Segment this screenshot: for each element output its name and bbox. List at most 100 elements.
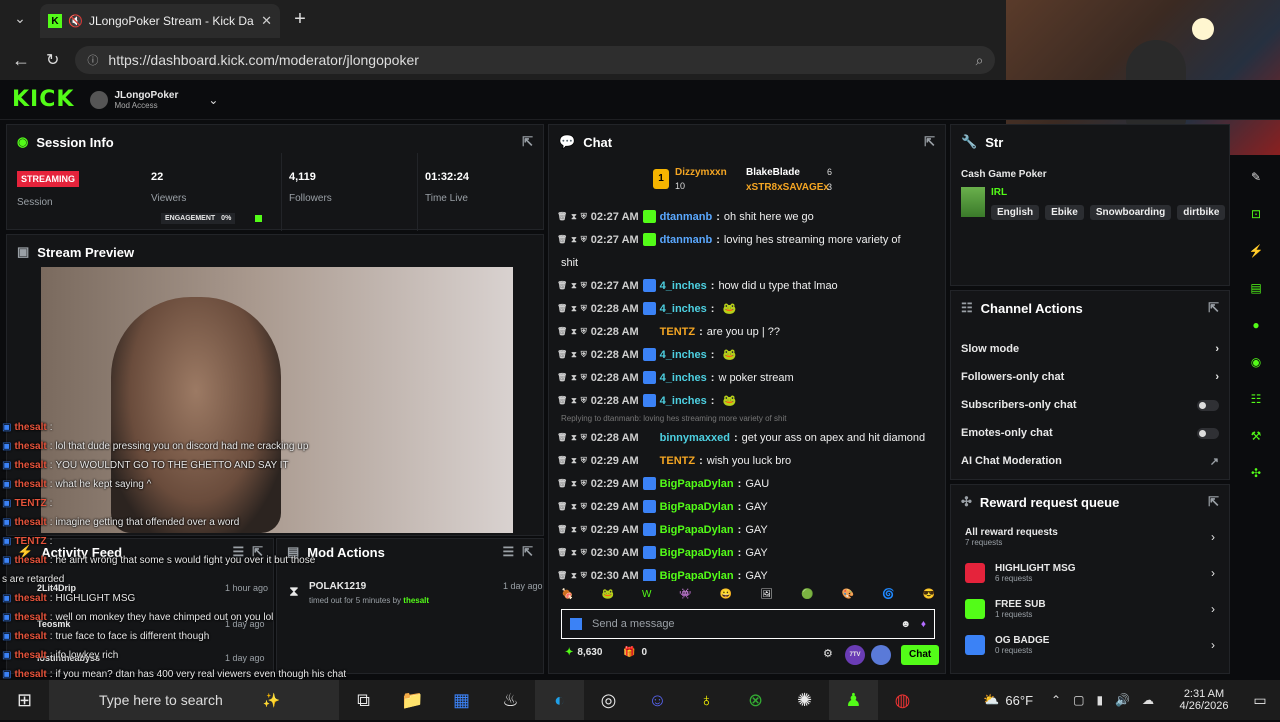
popout-icon[interactable]: ⇱	[1208, 300, 1219, 316]
timeout-icon[interactable]: ⧗	[571, 548, 577, 558]
shield-icon[interactable]: ⛨	[581, 350, 587, 360]
trash-icon[interactable]: 🗑	[557, 396, 567, 405]
slow-mode-row[interactable]: Slow mode ›	[951, 335, 1229, 363]
scan-icon[interactable]: ⊡	[1245, 203, 1267, 225]
chat-username[interactable]: binnymaxxed	[660, 432, 730, 444]
chat-username[interactable]: 4_inches	[660, 395, 707, 407]
clock[interactable]: 2:31 AM 4/26/2026	[1168, 688, 1240, 712]
chat-message[interactable]: 🗑 ⧗ ⛨ 02:28 AM 4_inches: 🐸	[549, 343, 945, 366]
timeout-icon[interactable]: ⧗	[571, 502, 577, 512]
trash-icon[interactable]: 🗑	[557, 212, 567, 221]
document-icon[interactable]: ▤	[1245, 277, 1267, 299]
edge-icon[interactable]: ◐	[535, 680, 584, 720]
chat-username[interactable]: dtanmanb	[660, 211, 713, 223]
timeout-icon[interactable]: ⧗	[571, 281, 577, 291]
timeout-icon[interactable]: ⧗	[571, 373, 577, 383]
timeout-icon[interactable]: ⧗	[571, 350, 577, 360]
chat-username[interactable]: BigPapaDylan	[660, 570, 734, 582]
trash-icon[interactable]: 🗑	[557, 373, 567, 382]
app-icon[interactable]: ✺	[780, 680, 829, 720]
chat-message[interactable]: 🗑 ⧗ ⛨ 02:27 AM dtanmanb: oh shit here we go	[549, 205, 945, 228]
shield-icon[interactable]: ⛨	[581, 456, 587, 466]
timeout-icon[interactable]: ⧗	[571, 304, 577, 314]
trash-icon[interactable]: 🗑	[557, 525, 567, 534]
trash-icon[interactable]: 🗑	[557, 548, 567, 557]
tray-app-icon[interactable]: ▢	[1073, 693, 1084, 707]
kick-emote-icon[interactable]: ♦	[921, 619, 926, 630]
broadcast-icon[interactable]: ◉	[1245, 351, 1267, 373]
shield-icon[interactable]: ⛨	[581, 502, 587, 512]
7tv-icon[interactable]: 7TV	[845, 645, 865, 665]
kick-logo[interactable]: KICK	[12, 87, 74, 112]
chat-message[interactable]: 🗑 ⧗ ⛨ 02:30 AM BigPapaDylan: GAY	[549, 564, 945, 581]
timeout-icon[interactable]: ⧗	[571, 479, 577, 489]
chat-message[interactable]: 🗑 ⧗ ⛨ 02:27 AM dtanmanb: loving hes streaming…	[549, 228, 945, 251]
shield-icon[interactable]: ⛨	[581, 373, 587, 383]
chat-bubble-icon[interactable]: ●	[1245, 314, 1267, 336]
shield-icon[interactable]: ⛨	[581, 525, 587, 535]
send-chat-button[interactable]: Chat	[901, 645, 940, 665]
shield-icon[interactable]: ⛨	[581, 548, 587, 558]
chat-username[interactable]: BigPapaDylan	[660, 478, 734, 490]
trash-icon[interactable]: 🗑	[557, 327, 567, 336]
chat-username[interactable]: BigPapaDylan	[660, 547, 734, 559]
chat-message[interactable]: 🗑 ⧗ ⛨ 02:30 AM BigPapaDylan: GAY	[549, 541, 945, 564]
trash-icon[interactable]: 🗑	[557, 281, 567, 290]
recording-icon[interactable]: ◍	[878, 680, 927, 720]
chat-message[interactable]: 🗑 ⧗ ⛨ 02:27 AM 4_inches: how did u type that …	[549, 274, 945, 297]
shield-icon[interactable]: ⛨	[581, 304, 587, 314]
timeout-icon[interactable]: ⧗	[571, 456, 577, 466]
store-icon[interactable]: ▦	[437, 680, 486, 720]
gif-icon[interactable]	[871, 645, 891, 665]
volume-icon[interactable]: 🔊	[1115, 693, 1130, 707]
reward-item[interactable]: FREE SUB 1 requests ›	[951, 591, 1229, 627]
emote-bar[interactable]: 🍖 🐸 W 👾 😀 🖼 🟢 🎨 🌀 😎	[561, 589, 935, 605]
browser-tab[interactable]: K 🔇 JLongoPoker Stream - Kick Da ✕	[40, 4, 280, 38]
shield-icon[interactable]: ⛨	[581, 281, 587, 291]
url-input[interactable]: ⓘ https://dashboard.kick.com/moderator/j…	[75, 46, 996, 74]
xbox-icon[interactable]: ⊗	[731, 680, 780, 720]
timeout-icon[interactable]: ⧗	[571, 327, 577, 337]
channel-points[interactable]: ✦ 8,630	[565, 647, 602, 658]
chat-username[interactable]: TENTZ	[660, 326, 695, 338]
chat-message[interactable]: 🗑 ⧗ ⛨ 02:29 AM TENTZ: wish you luck bro	[549, 449, 945, 472]
trash-icon[interactable]: 🗑	[557, 433, 567, 442]
task-view-icon[interactable]: ⧉	[339, 680, 388, 720]
refresh-icon[interactable]: ↻	[46, 50, 59, 70]
chat-message[interactable]: 🗑 ⧗ ⛨ 02:28 AM TENTZ: are you up | ??	[549, 320, 945, 343]
chat-message[interactable]: 🗑 ⧗ ⛨ 02:28 AM 4_inches: 🐸	[549, 389, 945, 412]
shield-icon[interactable]: ⛨	[581, 571, 587, 581]
battery-icon[interactable]: ▮	[1096, 693, 1103, 707]
emoji-icon[interactable]: ☻	[900, 619, 911, 630]
back-icon[interactable]: ←	[12, 50, 30, 71]
chat-username[interactable]: dtanmanb	[660, 234, 713, 246]
chat-username[interactable]: 4_inches	[660, 349, 707, 361]
tag-chip[interactable]: English	[991, 205, 1040, 220]
shield-icon[interactable]: ⛨	[581, 433, 587, 443]
reward-item[interactable]: HIGHLIGHT MSG 6 requests ›	[951, 555, 1229, 591]
file-explorer-icon[interactable]: 📁	[388, 680, 437, 720]
popout-icon[interactable]: ⇱	[1208, 494, 1219, 510]
subscribers-only-toggle[interactable]	[1197, 399, 1219, 411]
chat-username[interactable]: BigPapaDylan	[660, 501, 734, 513]
chat-username[interactable]: TENTZ	[660, 455, 695, 467]
zoom-icon[interactable]: ⌕	[976, 52, 984, 69]
timeout-icon[interactable]: ⧗	[571, 525, 577, 535]
timeout-icon[interactable]: ⧗	[571, 212, 577, 222]
timeout-icon[interactable]: ⧗	[571, 396, 577, 406]
chat-input[interactable]: Send a message ☻ ♦	[561, 609, 935, 639]
channel-switcher[interactable]: JLongoPoker Mod Access ⌄	[90, 90, 218, 110]
network-icon[interactable]: ☁	[1142, 693, 1154, 707]
chat-message[interactable]: 🗑 ⧗ ⛨ 02:29 AM BigPapaDylan: GAY	[549, 495, 945, 518]
weather-widget[interactable]: ⛅ 66°F	[983, 692, 1033, 708]
trash-icon[interactable]: 🗑	[557, 502, 567, 511]
tag-chip[interactable]: Snowboarding	[1089, 205, 1172, 220]
reward-item[interactable]: All reward requests 7 requests ›	[951, 519, 1229, 555]
reward-count[interactable]: 🎁 0	[623, 647, 647, 658]
chat-message[interactable]: 🗑 ⧗ ⛨ 02:28 AM 4_inches: w poker stream	[549, 366, 945, 389]
snapchat-icon[interactable]: ♁	[682, 680, 731, 720]
notifications-icon[interactable]: ▭	[1240, 680, 1280, 720]
edit-icon[interactable]: ✎	[1245, 166, 1267, 188]
chat-message[interactable]: 🗑 ⧗ ⛨ 02:29 AM BigPapaDylan: GAU	[549, 472, 945, 495]
tag-chip[interactable]: Ebike	[1045, 205, 1084, 220]
